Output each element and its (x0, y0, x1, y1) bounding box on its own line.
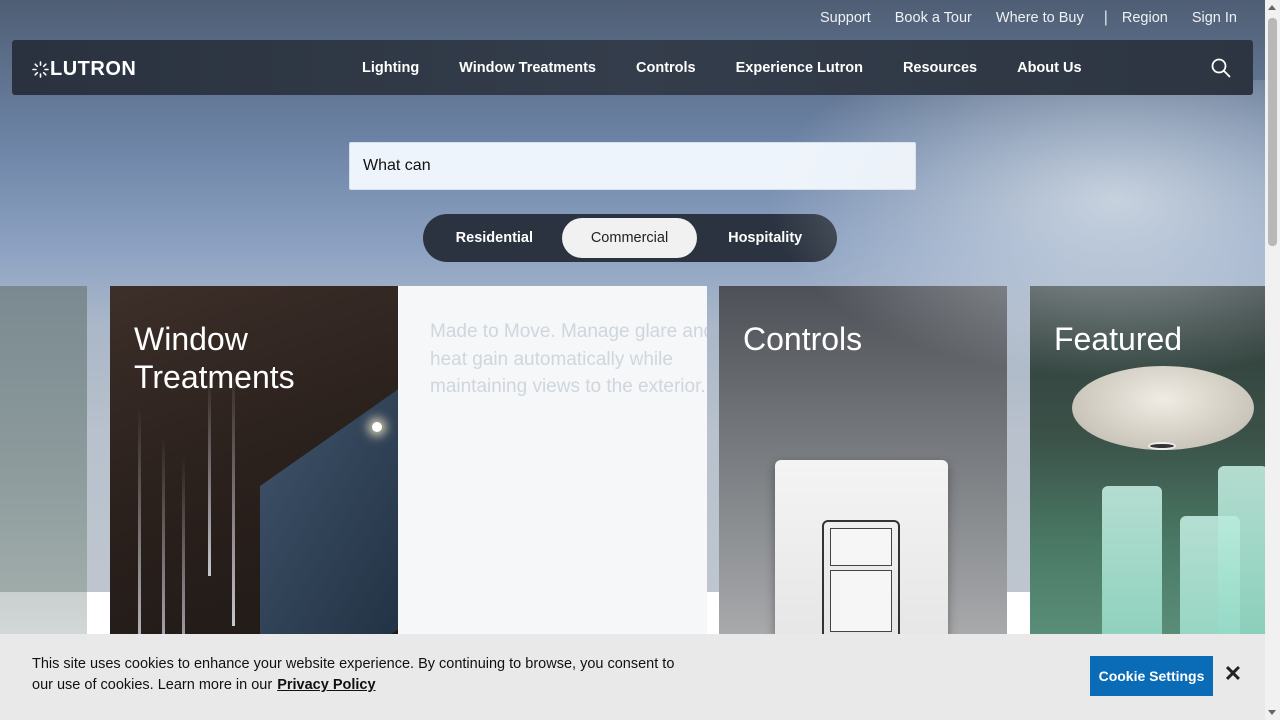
nav-item-lighting[interactable]: Lighting (342, 60, 439, 76)
nav-item-about-us[interactable]: About Us (997, 60, 1101, 76)
where-to-buy-link[interactable]: Where to Buy (996, 10, 1084, 26)
card-title-featured: Featured (1054, 321, 1183, 357)
main-nav-items: Lighting Window Treatments Controls Expe… (342, 40, 1102, 95)
segment-commercial[interactable]: Commercial (561, 218, 698, 258)
segment-hospitality[interactable]: Hospitality (697, 218, 833, 258)
scrollbar-thumb[interactable] (1268, 18, 1277, 246)
card-title-window-treatments: Window Treatments (134, 320, 295, 396)
main-navbar: LUTRON Lighting Window Treatments Contro… (12, 40, 1253, 95)
nav-item-resources[interactable]: Resources (883, 60, 997, 76)
close-icon[interactable]: ✕ (1223, 663, 1243, 685)
privacy-policy-link[interactable]: Privacy Policy (277, 677, 375, 693)
logo-text: LUTRON (50, 58, 137, 80)
card-description: Made to Move. Manage glare and heat gain… (430, 321, 707, 397)
hero-background: Support Book a Tour Where to Buy | Regio… (0, 0, 1265, 720)
nav-item-controls[interactable]: Controls (616, 60, 716, 76)
nav-item-window-treatments[interactable]: Window Treatments (439, 60, 616, 76)
card-image-detail (830, 528, 892, 566)
book-tour-link[interactable]: Book a Tour (895, 10, 972, 26)
card-image-detail (232, 366, 235, 626)
card-title-line1: Window (134, 321, 248, 357)
cookie-settings-button[interactable]: Cookie Settings (1090, 656, 1213, 696)
market-segment-toggle: Residential Commercial Hospitality (423, 214, 837, 262)
card-image-detail (1148, 442, 1176, 450)
pendant-lamp-image (1072, 366, 1254, 450)
cookie-message: This site uses cookies to enhance your w… (32, 654, 692, 696)
nav-item-experience-lutron[interactable]: Experience Lutron (716, 60, 883, 76)
utility-nav: Support Book a Tour Where to Buy | Regio… (796, 0, 1237, 36)
segment-residential[interactable]: Residential (427, 218, 562, 258)
search-input[interactable] (349, 142, 916, 190)
search-icon[interactable] (1211, 58, 1231, 78)
scroll-down-icon[interactable] (1268, 710, 1276, 715)
lutron-logo-icon (32, 61, 49, 78)
card-image-detail (830, 570, 892, 632)
page-scrollbar[interactable] (1265, 0, 1280, 720)
lutron-logo[interactable]: LUTRON (32, 58, 136, 81)
sign-in-link[interactable]: Sign In (1192, 10, 1237, 26)
scroll-up-icon[interactable] (1268, 5, 1276, 10)
card-image-detail (138, 406, 141, 666)
cookie-banner: This site uses cookies to enhance your w… (0, 634, 1265, 720)
card-image-detail (1218, 466, 1265, 646)
utility-separator: | (1103, 9, 1108, 26)
card-image-detail (372, 422, 382, 432)
region-link[interactable]: Region (1122, 10, 1168, 26)
support-link[interactable]: Support (820, 10, 871, 26)
card-image-detail (208, 376, 211, 576)
card-title-controls: Controls (743, 321, 863, 357)
card-title-line2: Treatments (134, 359, 295, 395)
